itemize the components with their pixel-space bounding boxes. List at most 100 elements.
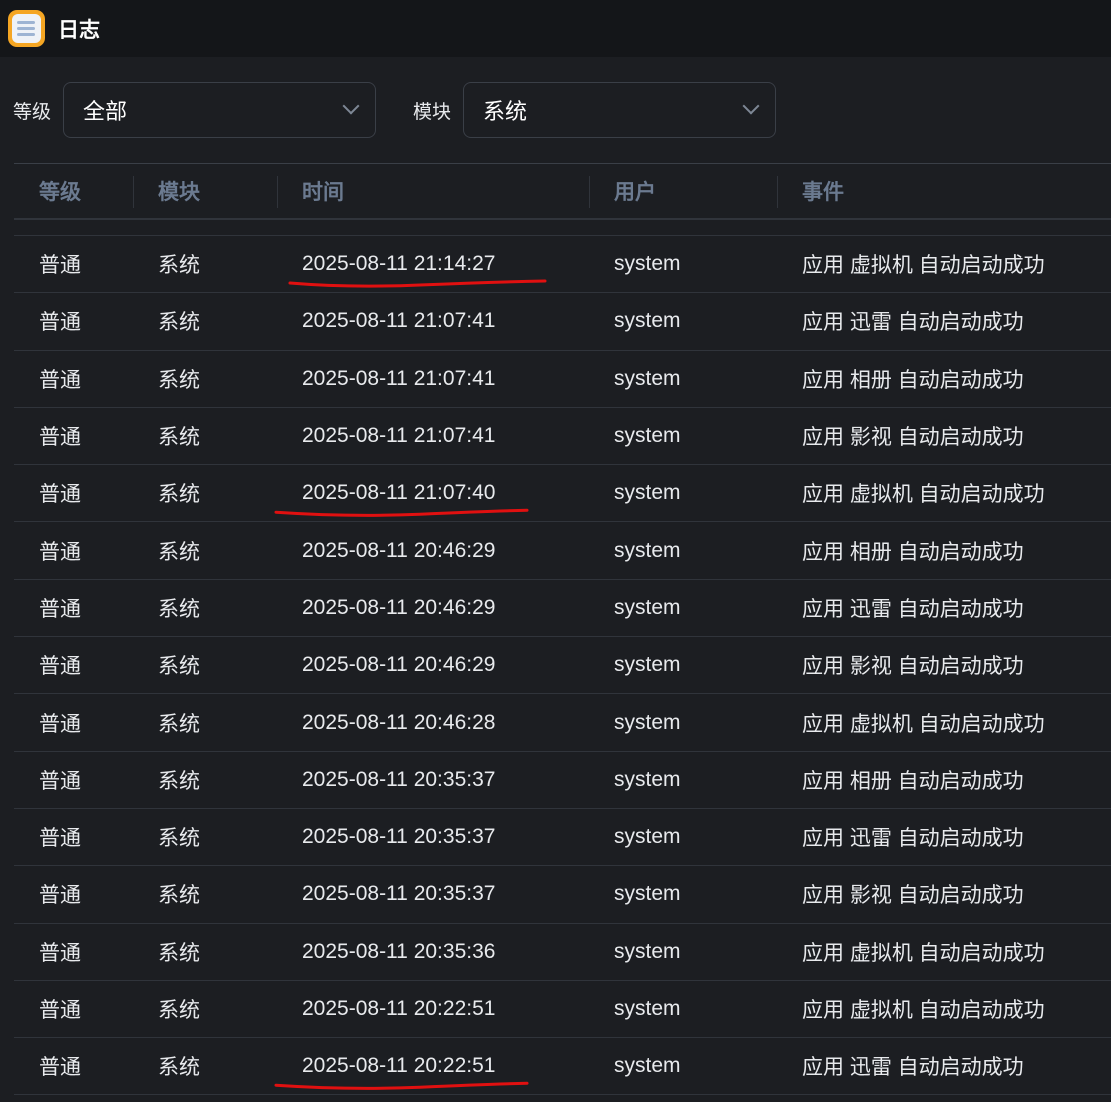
cell-time: 2025-08-11 20:46:29 [302, 653, 496, 677]
app-title: 日志 [58, 18, 100, 42]
header-module[interactable]: 模块 [158, 176, 200, 206]
cell-time: 2025-08-11 20:35:36 [302, 939, 496, 963]
cell-module: 系统 [158, 1056, 200, 1080]
table-row[interactable]: 普通 系统 2025-08-11 21:07:41 system 应用 迅雷 自动启动成… [14, 293, 1111, 351]
cell-time: 2025-08-11 20:46:29 [302, 538, 496, 562]
cell-event: 应用 相册 自动启动成功 [802, 368, 1024, 392]
column-divider[interactable] [589, 176, 590, 208]
cell-level: 普通 [39, 941, 81, 965]
cell-event: 应用 虚拟机 自动启动成功 [802, 483, 1045, 507]
cell-level: 普通 [39, 483, 81, 507]
cell-user: system [614, 595, 681, 619]
cell-level: 普通 [39, 597, 81, 621]
cell-event: 应用 虚拟机 自动启动成功 [802, 999, 1045, 1022]
table-row[interactable]: 普通 系统 2025-08-11 20:35:37 system 应用 影视 自动启动成… [14, 866, 1111, 924]
cell-time: 2025-08-11 21:07:41 [302, 309, 496, 333]
cell-time: 2025-08-11 21:07:41 [302, 366, 496, 390]
cell-module: 系统 [158, 655, 200, 679]
table-row[interactable]: 普通 系统 2025-08-11 20:46:29 system 应用 相册 自动启动成… [14, 522, 1111, 580]
table-row[interactable]: 普通 系统 2025-08-11 20:35:37 system 应用 相册 自动启动成… [14, 752, 1111, 809]
cell-level: 普通 [39, 426, 81, 450]
cell-level: 普通 [39, 655, 81, 679]
cell-time: 2025-08-11 20:22:51 [302, 1054, 496, 1078]
table-row[interactable]: 普通 系统 2025-08-11 20:22:51 system 应用 虚拟机 自动启动… [14, 981, 1111, 1039]
cell-module: 系统 [158, 712, 200, 736]
table-header: 等级 模块 时间 用户 事件 [14, 163, 1111, 220]
cell-event: 应用 迅雷 自动启动成功 [802, 1056, 1024, 1080]
cell-level: 普通 [39, 1056, 81, 1080]
title-bar: 日志 [0, 0, 1111, 57]
level-select[interactable]: 全部 [63, 82, 377, 138]
cell-module: 系统 [158, 827, 200, 851]
cell-event: 应用 虚拟机 自动启动成功 [802, 254, 1045, 278]
cell-time: 2025-08-11 20:35:37 [302, 882, 496, 906]
cell-user: system [614, 309, 681, 333]
cell-user: system [614, 1054, 681, 1078]
cell-event: 应用 影视 自动启动成功 [802, 655, 1024, 679]
cell-module: 系统 [158, 426, 200, 450]
column-divider[interactable] [133, 176, 134, 208]
cell-user: system [614, 825, 681, 849]
cell-time: 2025-08-11 20:35:37 [302, 825, 496, 849]
table-row[interactable]: 普通 系统 2025-08-11 21:14:27 system 应用 虚拟机 自动启动… [14, 236, 1111, 294]
cell-event: 应用 虚拟机 自动启动成功 [802, 712, 1045, 736]
table-row[interactable]: 普通 系统 2025-08-11 20:46:28 system 应用 虚拟机 自动启动… [14, 694, 1111, 752]
cell-time: 2025-08-11 20:46:28 [302, 710, 496, 734]
header-level[interactable]: 等级 [39, 176, 81, 206]
column-divider[interactable] [277, 176, 278, 208]
cell-module: 系统 [158, 311, 200, 335]
cell-user: system [614, 252, 681, 276]
table-row[interactable]: 普通 系统 2025-08-11 20:46:29 system 应用 影视 自动启动成… [14, 637, 1111, 695]
column-divider[interactable] [777, 176, 778, 208]
cell-level: 普通 [39, 254, 81, 278]
cell-user: system [614, 710, 681, 734]
cell-module: 系统 [158, 540, 200, 564]
chevron-down-icon [742, 97, 760, 115]
header-user[interactable]: 用户 [614, 176, 656, 206]
cell-user: system [614, 481, 681, 505]
cell-module: 系统 [158, 999, 200, 1022]
header-time[interactable]: 时间 [302, 176, 344, 206]
table-row[interactable]: 普通 系统 2025-08-11 21:07:41 system 应用 影视 自动启动成… [14, 408, 1111, 466]
table-row[interactable]: 普通 系统 2025-08-11 20:35:36 system 应用 虚拟机 自动启动… [14, 924, 1111, 981]
cell-level: 普通 [39, 999, 81, 1022]
table-row[interactable]: 普通 系统 2025-08-11 21:07:41 system 应用 相册 自动启动成… [14, 351, 1111, 408]
cell-level: 普通 [39, 540, 81, 564]
table-row[interactable]: 普通 系统 2025-08-11 20:46:29 system 应用 迅雷 自动启动成… [14, 580, 1111, 638]
cell-level: 普通 [39, 712, 81, 736]
cell-level: 普通 [39, 368, 81, 392]
cell-time: 2025-08-11 20:22:51 [302, 997, 496, 1020]
cell-user: system [614, 882, 681, 906]
cell-user: system [614, 653, 681, 677]
filter-bar: 等级 全部 模块 系统 [0, 82, 777, 138]
cell-user: system [614, 939, 681, 963]
cell-user: system [614, 424, 681, 448]
cell-time: 2025-08-11 21:14:27 [302, 252, 496, 276]
header-event[interactable]: 事件 [802, 176, 844, 206]
cell-event: 应用 相册 自动启动成功 [802, 540, 1024, 564]
table-row[interactable]: 普通 系统 2025-08-11 20:22:51 system 应用 迅雷 自动启动成… [14, 1038, 1111, 1096]
cell-module: 系统 [158, 483, 200, 507]
table-row[interactable]: 普通 系统 2025-08-11 20:35:37 system 应用 迅雷 自动启动成… [14, 809, 1111, 867]
table-row[interactable]: 普通 系统 2025-08-11 21:07:40 system 应用 虚拟机 自动启动… [14, 465, 1111, 523]
chevron-down-icon [342, 97, 360, 115]
cell-time: 2025-08-11 20:46:29 [302, 595, 496, 619]
cell-event: 应用 迅雷 自动启动成功 [802, 597, 1024, 621]
cell-module: 系统 [158, 884, 200, 908]
cell-event: 应用 迅雷 自动启动成功 [802, 311, 1024, 335]
cell-module: 系统 [158, 254, 200, 278]
cell-level: 普通 [39, 884, 81, 908]
cell-user: system [614, 366, 681, 390]
cell-level: 普通 [39, 769, 81, 793]
level-select-value: 全部 [83, 99, 128, 124]
cell-module: 系统 [158, 941, 200, 965]
partial-row [14, 220, 1111, 236]
clipboard-list-icon [8, 10, 45, 47]
cell-event: 应用 迅雷 自动启动成功 [802, 827, 1024, 851]
cell-event: 应用 相册 自动启动成功 [802, 769, 1024, 793]
cell-time: 2025-08-11 20:35:37 [302, 767, 496, 791]
module-select[interactable]: 系统 [463, 82, 777, 138]
cell-event: 应用 虚拟机 自动启动成功 [802, 941, 1045, 965]
cell-module: 系统 [158, 769, 200, 793]
cell-user: system [614, 767, 681, 791]
